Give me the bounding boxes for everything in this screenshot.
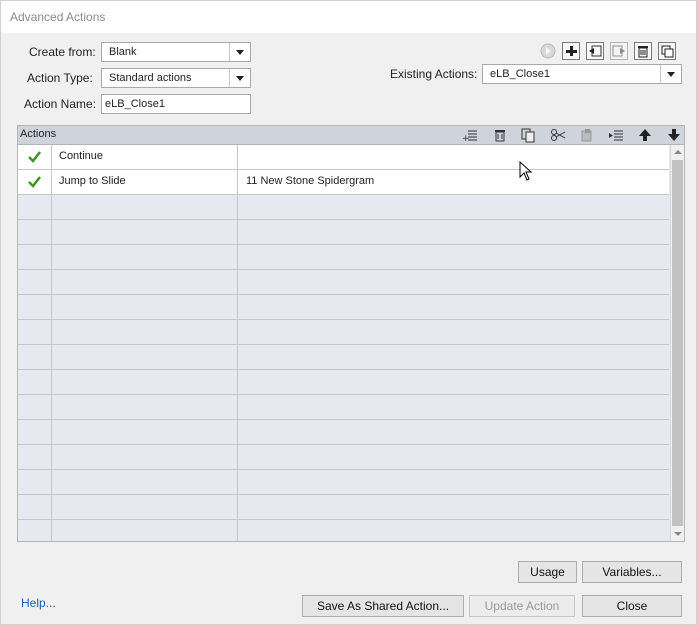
usage-button[interactable]: Usage [518, 561, 577, 583]
chevron-down-icon[interactable] [229, 43, 250, 61]
update-action-button[interactable]: Update Action [469, 595, 575, 617]
window-title: Advanced Actions [10, 10, 106, 24]
import-icon[interactable] [586, 42, 604, 60]
target-cell: 11 New Stone Spidergram [246, 175, 375, 187]
table-row[interactable] [18, 320, 669, 345]
duplicate-icon[interactable] [658, 42, 676, 60]
vertical-scrollbar[interactable] [670, 145, 684, 541]
scrollbar-thumb[interactable] [672, 160, 683, 526]
action-type-value: Standard actions [109, 72, 192, 84]
table-row[interactable] [18, 195, 669, 220]
action-type-label: Action Type: [27, 71, 93, 85]
mouse-cursor-icon [519, 160, 533, 184]
close-button[interactable]: Close [582, 595, 682, 617]
move-up-icon[interactable] [637, 127, 653, 143]
table-row[interactable]: Continue [18, 145, 669, 170]
action-name-input[interactable]: eLB_Close1 [101, 94, 251, 114]
preview-icon[interactable] [539, 42, 557, 60]
chevron-down-icon[interactable] [660, 65, 681, 83]
table-row[interactable] [18, 220, 669, 245]
table-row[interactable] [18, 370, 669, 395]
scroll-up-icon[interactable] [671, 145, 684, 159]
create-from-select[interactable]: Blank [101, 42, 251, 62]
help-link[interactable]: Help... [21, 596, 56, 610]
table-row[interactable] [18, 270, 669, 295]
action-name-label: Action Name: [24, 97, 97, 111]
delete-row-icon[interactable] [492, 127, 508, 143]
table-row[interactable] [18, 520, 669, 541]
delete-icon[interactable] [634, 42, 652, 60]
copy-icon[interactable] [520, 127, 536, 143]
actions-table: Actions + Continue Jump to Slide 11 New … [17, 125, 685, 542]
existing-actions-select[interactable]: eLB_Close1 [482, 64, 682, 84]
create-from-value: Blank [109, 46, 137, 58]
table-row[interactable]: Jump to Slide 11 New Stone Spidergram [18, 170, 669, 195]
scroll-down-icon[interactable] [671, 527, 684, 541]
table-row[interactable] [18, 345, 669, 370]
table-row[interactable] [18, 395, 669, 420]
indent-icon[interactable] [608, 127, 624, 143]
table-row[interactable] [18, 445, 669, 470]
create-from-label: Create from: [29, 45, 96, 59]
checkmark-icon[interactable] [18, 145, 52, 169]
chevron-down-icon[interactable] [229, 69, 250, 87]
action-cell: Jump to Slide [59, 175, 126, 187]
cut-icon[interactable] [550, 127, 566, 143]
existing-actions-value: eLB_Close1 [490, 68, 550, 80]
paste-icon[interactable] [579, 127, 595, 143]
move-down-icon[interactable] [666, 127, 682, 143]
table-row[interactable] [18, 245, 669, 270]
action-type-select[interactable]: Standard actions [101, 68, 251, 88]
action-cell: Continue [59, 150, 104, 162]
table-row[interactable] [18, 420, 669, 445]
actions-table-header: Actions + [18, 126, 684, 145]
existing-actions-label: Existing Actions: [390, 67, 478, 81]
svg-text:+: + [462, 134, 470, 143]
insert-row-icon[interactable]: + [462, 127, 478, 144]
variables-button[interactable]: Variables... [582, 561, 682, 583]
export-icon[interactable] [610, 42, 628, 60]
advanced-actions-dialog: Advanced Actions Create from: Blank Acti… [0, 0, 697, 625]
checkmark-icon[interactable] [18, 170, 52, 194]
save-as-shared-action-button[interactable]: Save As Shared Action... [302, 595, 464, 617]
table-row[interactable] [18, 295, 669, 320]
actions-table-title: Actions [20, 128, 57, 140]
table-row[interactable] [18, 470, 669, 495]
title-bar: Advanced Actions [1, 1, 696, 33]
table-row[interactable] [18, 495, 669, 520]
add-icon[interactable] [562, 42, 580, 60]
